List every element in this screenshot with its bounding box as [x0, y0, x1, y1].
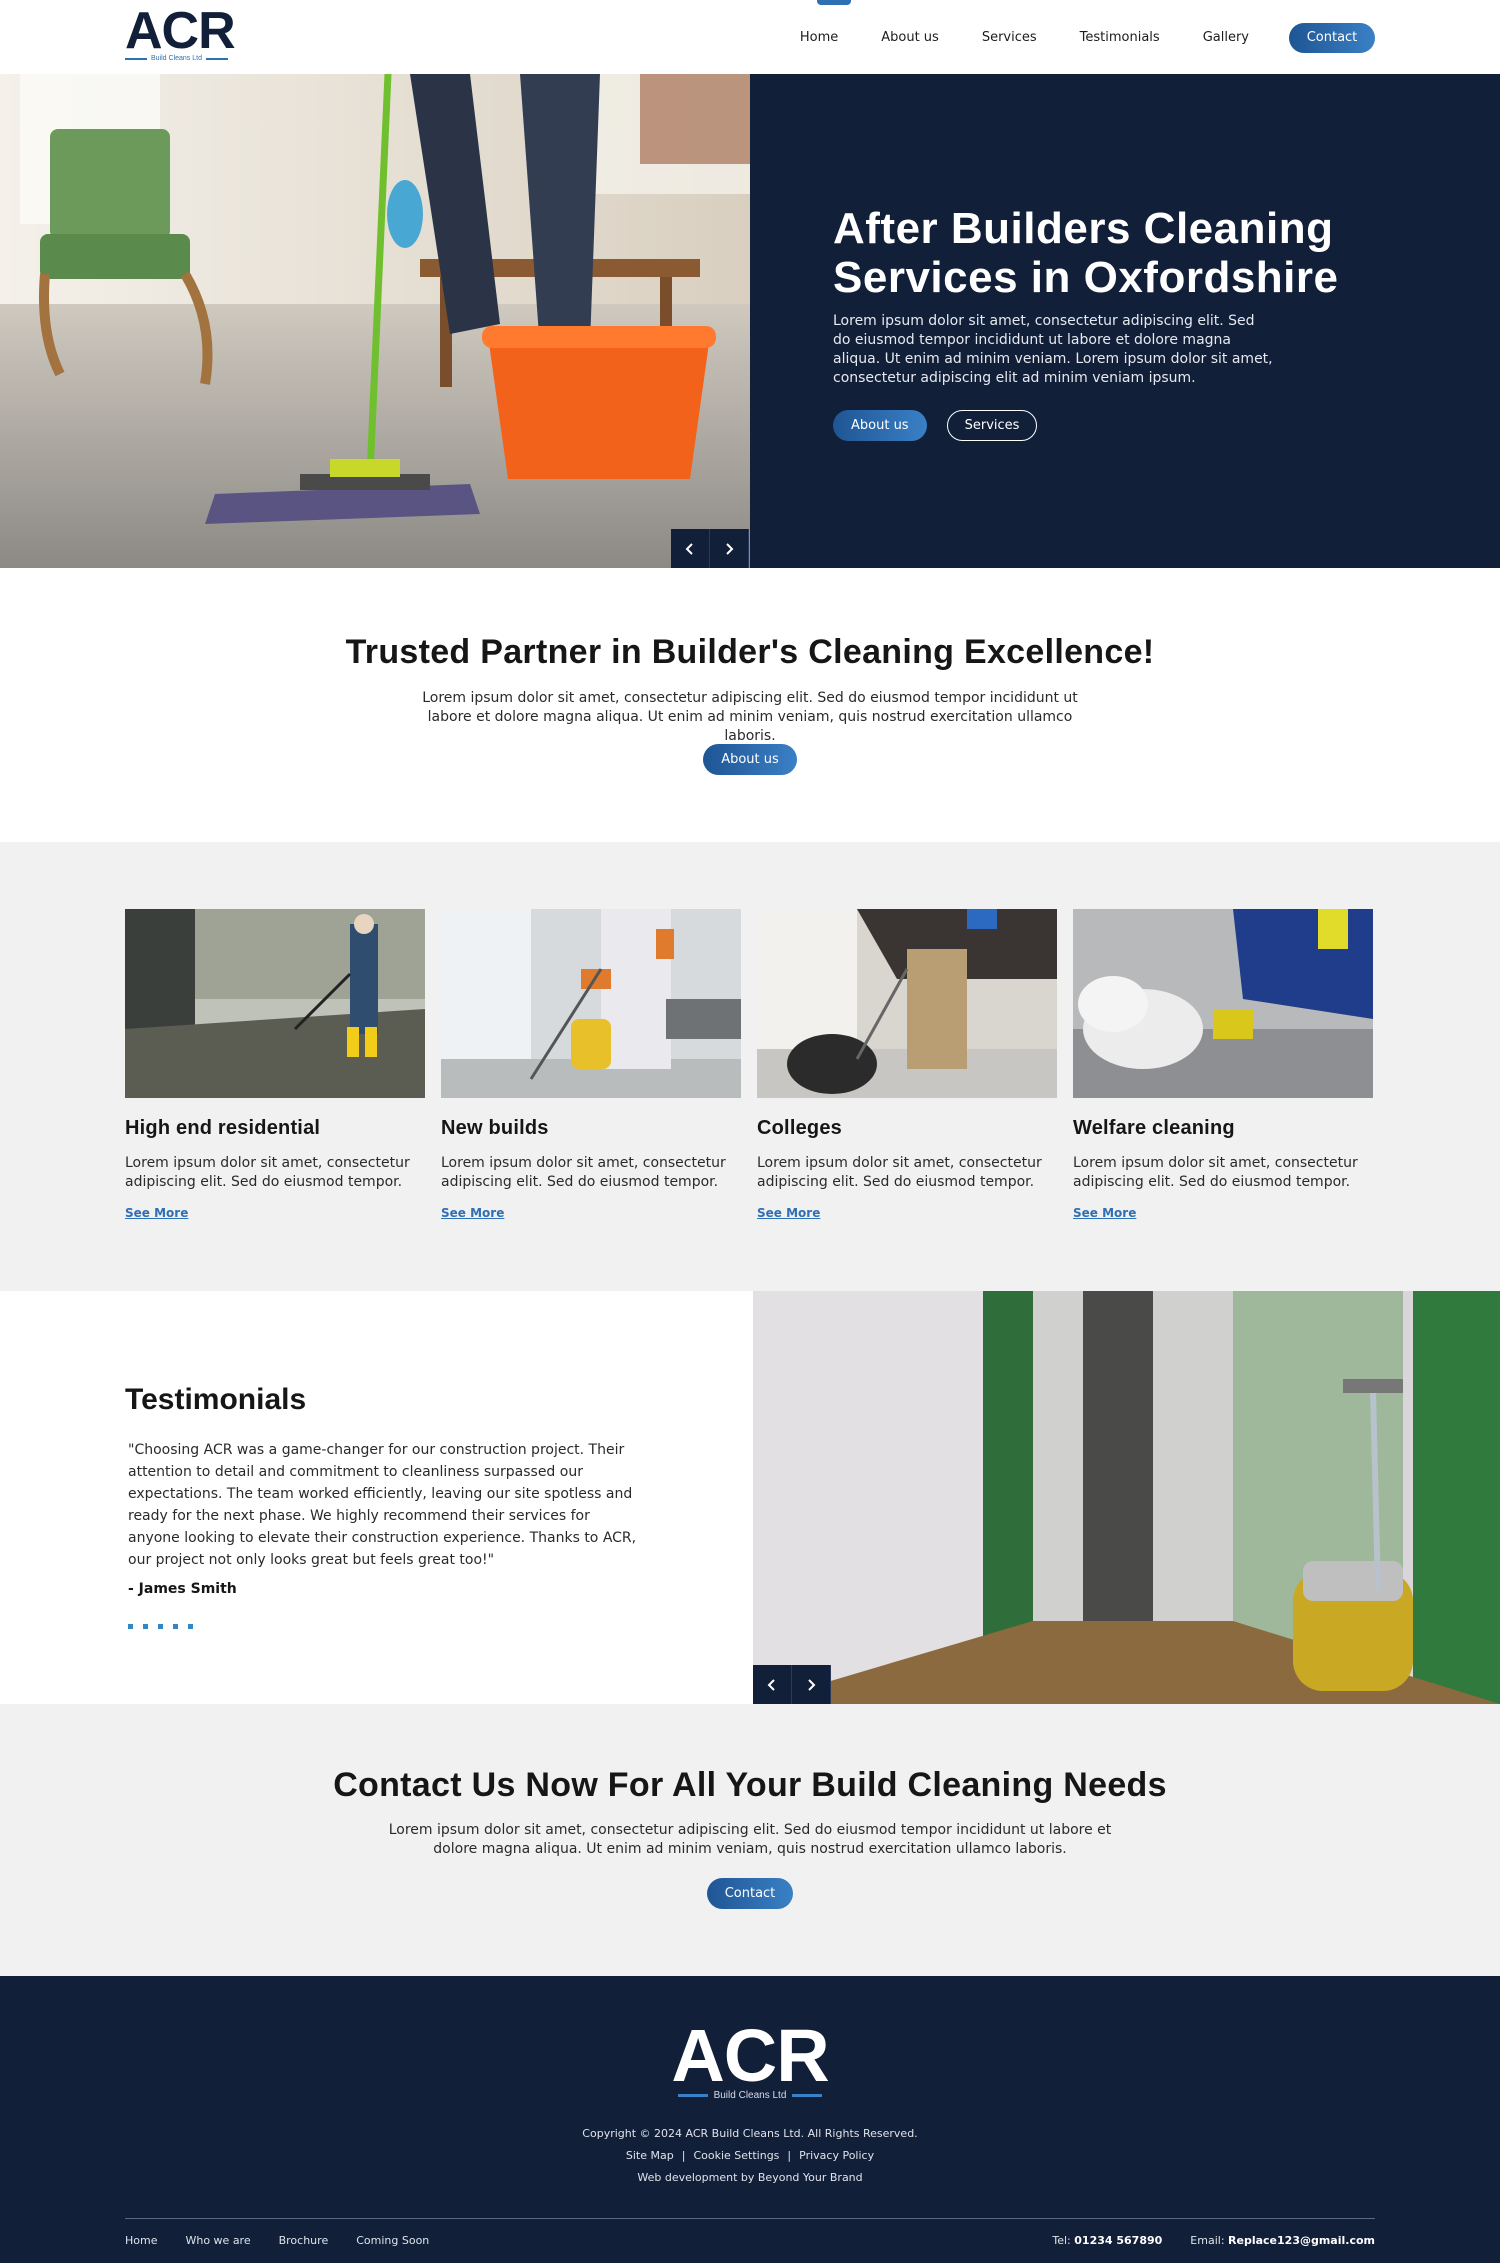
logo-bar	[125, 57, 147, 60]
pagination-dot[interactable]	[188, 1624, 193, 1629]
service-title: Welfare cleaning	[1073, 1117, 1235, 1139]
nav-item-about[interactable]: About us	[881, 23, 939, 53]
footer-copyright: Copyright © 2024 ACR Build Cleans Ltd. A…	[582, 2127, 918, 2140]
nav-contact-button[interactable]: Contact	[1289, 23, 1375, 53]
testimonial-image-vacuum-room	[753, 1291, 1500, 1704]
testimonial-quote: "Choosing ACR was a game-changer for our…	[128, 1442, 637, 1568]
service-text: Lorem ipsum dolor sit amet, consectetur …	[441, 1155, 726, 1190]
testimonials-title: Testimonials	[125, 1383, 307, 1416]
footer-nav-who-we-are[interactable]: Who we are	[185, 2234, 250, 2247]
hero-services-button[interactable]: Services	[946, 410, 1038, 441]
site-footer: ACR Build Cleans Ltd Copyright © 2024 AC…	[0, 1976, 1500, 2263]
trusted-text: Lorem ipsum dolor sit amet, consectetur …	[422, 690, 1078, 744]
chevron-left-icon[interactable]	[753, 1665, 792, 1704]
cta-text: Lorem ipsum dolor sit amet, consectetur …	[388, 1822, 1112, 1857]
hero-title: After Builders Cleaning Services in Oxfo…	[833, 204, 1339, 302]
footer-logo[interactable]: ACR Build Cleans Ltd	[668, 2014, 832, 2102]
nav-item-gallery[interactable]: Gallery	[1203, 23, 1249, 53]
services-section: High end residential Lorem ipsum dolor s…	[0, 842, 1500, 1291]
separator: |	[787, 2149, 792, 2162]
service-title: New builds	[441, 1117, 549, 1139]
service-text: Lorem ipsum dolor sit amet, consectetur …	[757, 1155, 1042, 1190]
hero-buttons: About us Services	[833, 410, 1038, 441]
footer-email[interactable]: Email: Replace123@gmail.com	[1190, 2234, 1375, 2247]
trusted-title: Trusted Partner in Builder's Cleaning Ex…	[345, 633, 1155, 671]
chevron-right-icon[interactable]	[792, 1665, 831, 1704]
email-label: Email:	[1190, 2234, 1225, 2247]
tel-label: Tel:	[1052, 2234, 1071, 2247]
footer-tel[interactable]: Tel: 01234 567890	[1052, 2234, 1162, 2247]
nav-item-services[interactable]: Services	[982, 23, 1037, 53]
main-nav: Home About us Services Testimonials Gall…	[800, 23, 1375, 53]
footer-nav-home[interactable]: Home	[125, 2234, 157, 2247]
service-cards: High end residential Lorem ipsum dolor s…	[125, 909, 1373, 1221]
footer-divider	[125, 2218, 1375, 2219]
service-image-new-builds	[441, 909, 741, 1098]
pagination-dot[interactable]	[128, 1624, 133, 1629]
logo[interactable]: ACR Build Cleans Ltd	[125, 2, 240, 64]
testimonial-slider-controls	[753, 1665, 831, 1704]
service-image-welfare	[1073, 909, 1373, 1098]
footer-contact-info: Tel: 01234 567890 Email: Replace123@gmai…	[1052, 2234, 1375, 2247]
service-text: Lorem ipsum dolor sit amet, consectetur …	[1073, 1155, 1358, 1190]
cta-contact-button[interactable]: Contact	[706, 1878, 794, 1909]
service-card: Welfare cleaning Lorem ipsum dolor sit a…	[1073, 909, 1373, 1221]
see-more-link[interactable]: See More	[125, 1206, 188, 1220]
hero-about-button[interactable]: About us	[833, 410, 927, 441]
service-card: High end residential Lorem ipsum dolor s…	[125, 909, 425, 1221]
see-more-link[interactable]: See More	[441, 1206, 504, 1220]
see-more-link[interactable]: See More	[1073, 1206, 1136, 1220]
hero-slider-controls	[671, 529, 749, 568]
hero-description: Lorem ipsum dolor sit amet, consectetur …	[833, 313, 1273, 386]
service-image-colleges	[757, 909, 1057, 1098]
service-title: High end residential	[125, 1117, 321, 1139]
footer-nav-coming-soon[interactable]: Coming Soon	[356, 2234, 429, 2247]
footer-dev-credit[interactable]: Web development by Beyond Your Brand	[0, 2171, 1500, 2184]
service-card: Colleges Lorem ipsum dolor sit amet, con…	[757, 909, 1057, 1221]
chevron-right-icon[interactable]	[710, 529, 749, 568]
logo-text: ACR	[125, 2, 236, 60]
service-title: Colleges	[757, 1117, 842, 1139]
testimonial-author: - James Smith	[128, 1581, 237, 1597]
pagination-dot[interactable]	[143, 1624, 148, 1629]
footer-link-cookie-settings[interactable]: Cookie Settings	[693, 2149, 779, 2162]
chevron-left-icon[interactable]	[671, 529, 710, 568]
nav-item-testimonials[interactable]: Testimonials	[1080, 23, 1160, 53]
logo-bar	[205, 57, 228, 60]
pagination-dot[interactable]	[173, 1624, 178, 1629]
site-header: ACR Build Cleans Ltd Home About us Servi…	[0, 0, 1500, 74]
footer-nav-brochure[interactable]: Brochure	[279, 2234, 329, 2247]
logo-bar	[677, 2094, 708, 2097]
cta-button-wrap: Contact	[0, 1878, 1500, 1909]
nav-item-home[interactable]: Home	[800, 23, 838, 53]
email-value: Replace123@gmail.com	[1228, 2234, 1375, 2247]
trusted-button-wrap: About us	[0, 744, 1500, 775]
service-card: New builds Lorem ipsum dolor sit amet, c…	[441, 909, 741, 1221]
logo-bar	[792, 2094, 823, 2097]
logo-subtitle: Build Cleans Ltd	[151, 55, 202, 62]
pagination-dot[interactable]	[158, 1624, 163, 1629]
hero-image-mopping	[0, 74, 750, 568]
footer-logo-subtitle: Build Cleans Ltd	[713, 2090, 787, 2101]
footer-link-sitemap[interactable]: Site Map	[626, 2149, 674, 2162]
tel-value: 01234 567890	[1074, 2234, 1163, 2247]
cta-title: Contact Us Now For All Your Build Cleani…	[333, 1766, 1167, 1804]
footer-legal-links: Site Map | Cookie Settings | Privacy Policy	[0, 2149, 1500, 2162]
hero-section: After Builders Cleaning Services in Oxfo…	[0, 74, 1500, 568]
contact-cta-section: Contact Us Now For All Your Build Cleani…	[0, 1704, 1500, 1976]
testimonial-pagination	[128, 1624, 193, 1629]
footer-logo-text: ACR	[671, 2014, 829, 2097]
service-image-residential	[125, 909, 425, 1098]
footer-nav: Home Who we are Brochure Coming Soon	[125, 2234, 429, 2247]
footer-link-privacy-policy[interactable]: Privacy Policy	[799, 2149, 874, 2162]
trusted-about-button[interactable]: About us	[703, 744, 797, 775]
trusted-section: Trusted Partner in Builder's Cleaning Ex…	[0, 568, 1500, 842]
top-tab-indicator	[817, 0, 851, 5]
separator: |	[681, 2149, 686, 2162]
testimonials-section: Testimonials "Choosing ACR was a game-ch…	[0, 1291, 1500, 1704]
see-more-link[interactable]: See More	[757, 1206, 820, 1220]
service-text: Lorem ipsum dolor sit amet, consectetur …	[125, 1155, 410, 1190]
hero-illustration	[0, 74, 750, 568]
